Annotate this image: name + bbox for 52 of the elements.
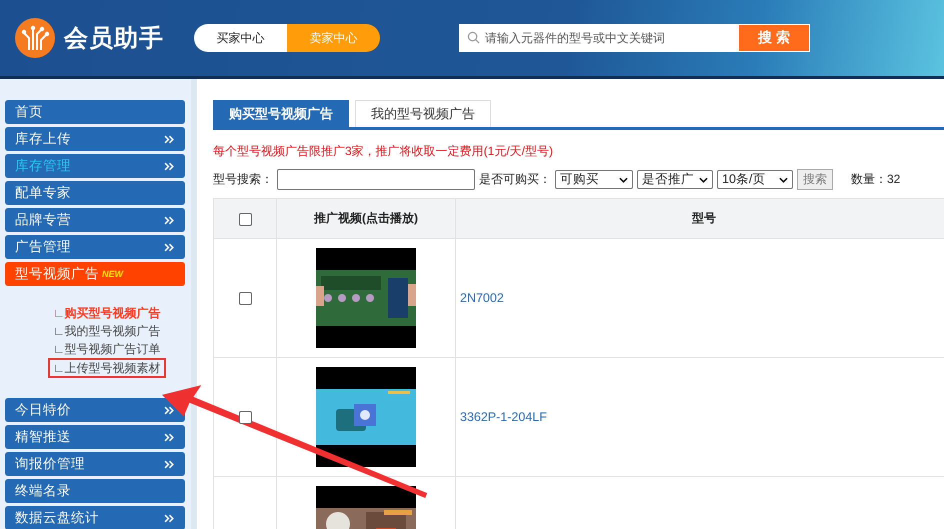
sidebar-item[interactable]: 精智推送 [5,425,185,449]
submenu-link[interactable]: ∟我的型号视频广告 [48,322,166,340]
filter-label: 型号搜索： [213,171,273,188]
result-count: 数量：32 [851,171,900,188]
sidebar-item[interactable]: 品牌专营 [5,208,185,232]
column-header: 推广视频(点击播放) [276,198,456,238]
double-chevron-icon [164,406,175,414]
column-header: 型号 [456,198,944,238]
sidebar-item[interactable]: 库存管理 [5,154,185,178]
double-chevron-icon [164,460,175,468]
chevron-down-icon [699,176,708,182]
double-chevron-icon [164,242,175,252]
submenu-link[interactable]: ∟上传型号视频素材 [48,358,166,378]
checkbox[interactable] [238,292,252,306]
model-link[interactable]: 3362P-1-204LF [460,410,547,424]
search-field[interactable]: 请输入元器件的型号或中文关键词 [459,24,738,52]
submenu-link[interactable]: ∟购买型号视频广告 [48,304,166,322]
dropdown[interactable]: 可购买 [555,170,633,189]
submenu-link[interactable]: ∟型号视频广告订单 [48,340,166,358]
model-search-field[interactable] [277,169,475,190]
notice-text: 每个型号视频广告限推广3家，推广将收取一定费用(1元/天/型号) [213,143,554,160]
sidebar-item[interactable]: 型号视频广告 NEW [5,262,185,286]
sidebar-item[interactable]: 今日特价 [5,398,185,422]
double-chevron-icon [164,216,175,224]
dropdown[interactable]: 10条/页 [717,170,793,189]
sidebar-item[interactable]: 首页 [5,100,185,124]
sidebar-item[interactable]: 数据云盘统计 [5,506,185,529]
sidebar-item[interactable]: 询报价管理 [5,452,185,476]
sidebar-item[interactable]: 广告管理 [5,235,185,259]
checkbox[interactable] [238,411,252,424]
sidebar-item[interactable]: 终端名录 [5,479,185,503]
search-button[interactable]: 搜 索 [738,24,810,52]
sidebar-item[interactable]: 配单专家 [5,181,185,205]
filter-label: 是否可购买： [479,171,551,188]
logo-icon [15,18,55,58]
double-chevron-icon [164,162,175,170]
double-chevron-icon [164,432,175,442]
search-icon [467,31,480,44]
tab[interactable]: 购买型号视频广告 [213,100,349,127]
app-title: 会员助手 [64,24,164,54]
filter-search-button[interactable]: 搜索 [797,169,833,190]
sidebar-item[interactable]: 库存上传 [5,127,185,151]
new-label: NEW [102,269,123,279]
model-link[interactable]: 2N7002 [460,291,504,305]
double-chevron-icon [164,514,175,522]
tab[interactable]: 我的型号视频广告 [355,100,491,127]
center-switch-tab[interactable]: 买家中心 [194,24,287,52]
chevron-down-icon [619,176,628,182]
double-chevron-icon [164,134,175,144]
chevron-down-icon [779,176,788,182]
dropdown[interactable]: 是否推广 [637,170,713,189]
checkbox[interactable] [238,212,252,226]
